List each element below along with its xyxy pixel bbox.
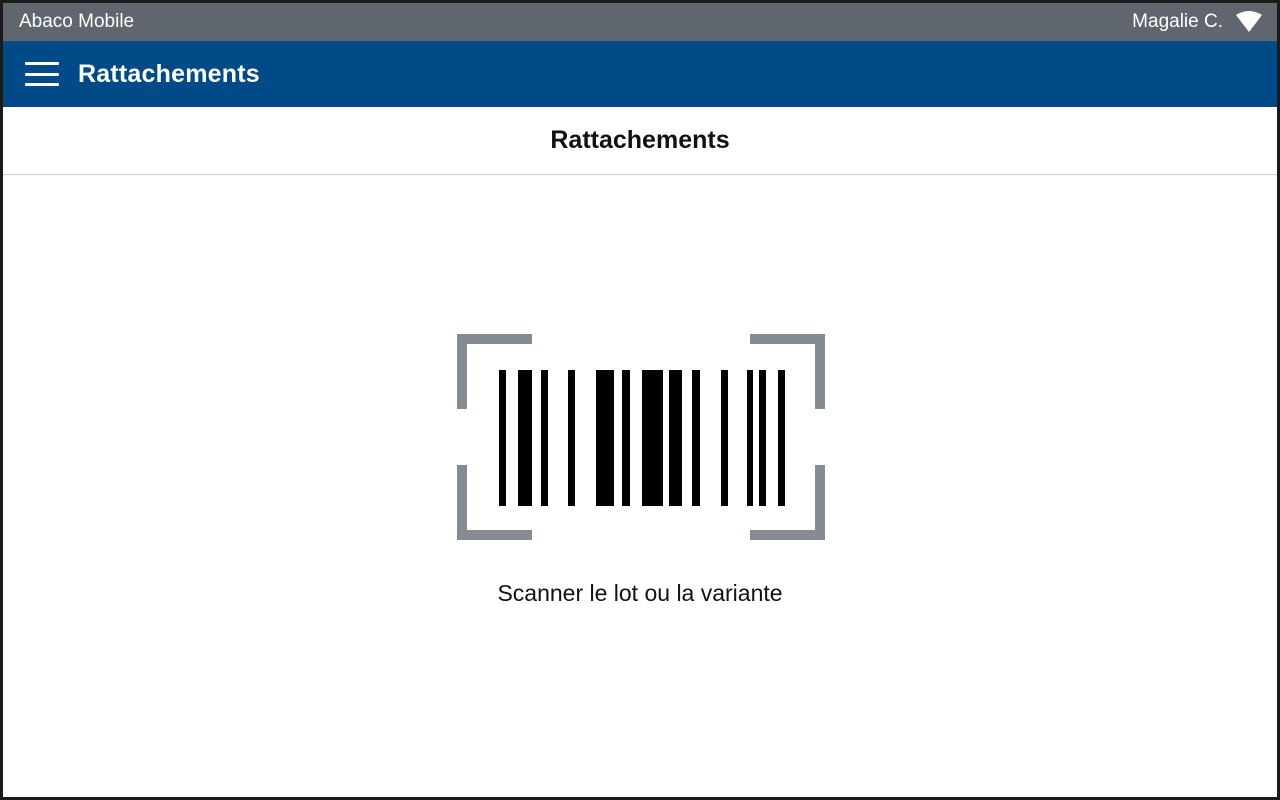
- app-bar-title: Rattachements: [78, 59, 260, 88]
- app-name: Abaco Mobile: [19, 11, 135, 32]
- barcode-bars: [499, 370, 785, 506]
- scan-prompt: Scanner le lot ou la variante: [497, 580, 783, 606]
- user-name: Magalie C.: [1132, 11, 1223, 32]
- app-bar: Rattachements: [3, 41, 1277, 107]
- page-header: Rattachements: [3, 107, 1277, 175]
- app-window: Abaco Mobile Magalie C. Rattachements Ra…: [0, 0, 1280, 800]
- scan-corner-top-left: [457, 334, 532, 409]
- scan-corner-bottom-left: [457, 465, 532, 540]
- barcode-scan-icon: [457, 334, 825, 540]
- wifi-icon: [1236, 11, 1262, 32]
- status-right: Magalie C.: [1132, 11, 1263, 33]
- hamburger-menu-icon[interactable]: [25, 62, 59, 86]
- page-title: Rattachements: [550, 126, 730, 154]
- status-bar: Abaco Mobile Magalie C.: [3, 3, 1277, 41]
- barcode-scan-button[interactable]: [453, 330, 829, 544]
- main-content: Scanner le lot ou la variante: [3, 175, 1277, 797]
